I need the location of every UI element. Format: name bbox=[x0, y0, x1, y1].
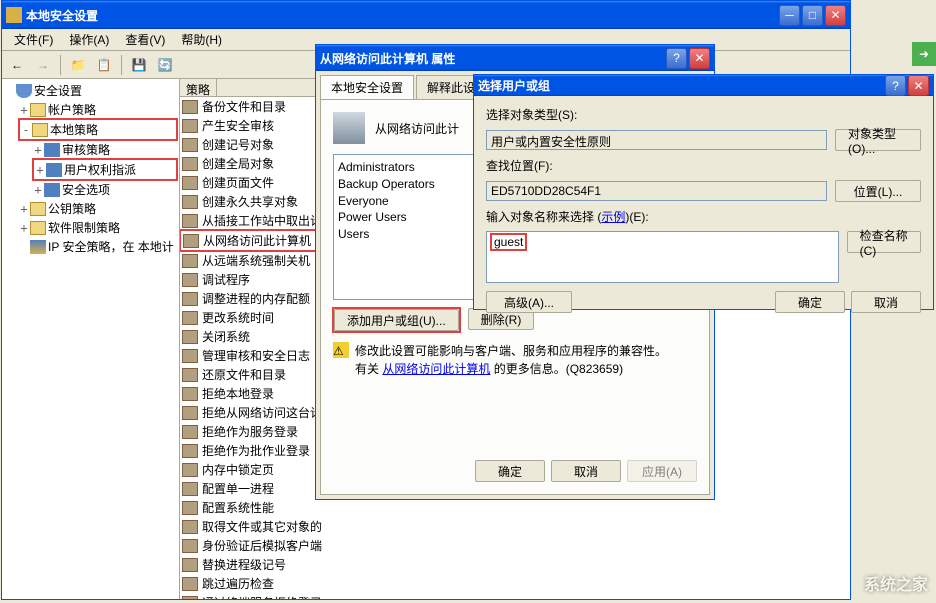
menu-view[interactable]: 查看(V) bbox=[117, 29, 173, 50]
prop-title: 从网络访问此计算机 属性 bbox=[320, 50, 666, 67]
menu-help[interactable]: 帮助(H) bbox=[173, 29, 230, 50]
select-titlebar[interactable]: 选择用户或组 ? ✕ bbox=[474, 75, 933, 96]
select-user-dialog: 选择用户或组 ? ✕ 选择对象类型(S): 用户或内置安全性原则 对象类型(O)… bbox=[473, 74, 934, 310]
object-type-label: 选择对象类型(S): bbox=[486, 106, 921, 123]
watermark: 系统之家 bbox=[864, 571, 928, 595]
tree-item[interactable]: +帐户策略 bbox=[4, 100, 177, 119]
select-help-button[interactable]: ? bbox=[885, 75, 906, 96]
list-item[interactable]: 替换进程级记号 bbox=[180, 555, 850, 574]
tree-item-user-rights[interactable]: +用户权利指派 bbox=[34, 160, 176, 179]
properties-button[interactable]: 📋 bbox=[93, 54, 115, 76]
select-cancel-button[interactable]: 取消 bbox=[851, 291, 921, 313]
warning: ⚠ 修改此设置可能影响与客户端、服务和应用程序的兼容性。 有关 从网络访问此计算… bbox=[333, 342, 697, 378]
tree-item-local-policy[interactable]: -本地策略 bbox=[20, 120, 176, 139]
location-field: ED5710DD28C54F1 bbox=[486, 181, 827, 201]
policy-name: 从网络访问此计 bbox=[375, 120, 459, 137]
check-names-button[interactable]: 检查名称(C) bbox=[847, 231, 921, 253]
list-item[interactable]: 通过终端服务拒绝登录 bbox=[180, 593, 850, 599]
tree-item[interactable]: +安全选项 bbox=[4, 180, 177, 199]
location-label: 查找位置(F): bbox=[486, 157, 921, 174]
tree-item[interactable]: +审核策略 bbox=[4, 140, 177, 159]
close-button[interactable]: ✕ bbox=[825, 5, 846, 26]
list-item[interactable]: 跳过遍历检查 bbox=[180, 574, 850, 593]
location-button[interactable]: 位置(L)... bbox=[835, 180, 921, 202]
tree-item[interactable]: +软件限制策略 bbox=[4, 218, 177, 237]
example-link[interactable]: 示例 bbox=[601, 210, 625, 224]
name-label: 输入对象名称来选择 (示例)(E): bbox=[486, 208, 921, 225]
select-close-button[interactable]: ✕ bbox=[908, 75, 929, 96]
tree-root[interactable]: 安全设置 bbox=[4, 81, 177, 100]
forward-icon[interactable]: ➜ bbox=[912, 42, 936, 66]
select-ok-button[interactable]: 确定 bbox=[775, 291, 845, 313]
list-item[interactable]: 配置系统性能 bbox=[180, 498, 850, 517]
tab-local-security[interactable]: 本地安全设置 bbox=[320, 75, 414, 99]
refresh-button[interactable]: 🔄 bbox=[154, 54, 176, 76]
export-button[interactable]: 💾 bbox=[128, 54, 150, 76]
kb-link[interactable]: 从网络访问此计算机 bbox=[382, 362, 490, 376]
prop-titlebar[interactable]: 从网络访问此计算机 属性 ? ✕ bbox=[316, 45, 714, 71]
tree-item[interactable]: +公钥策略 bbox=[4, 199, 177, 218]
main-titlebar[interactable]: 本地安全设置 ─ □ ✕ bbox=[2, 1, 850, 29]
advanced-button[interactable]: 高级(A)... bbox=[486, 291, 572, 313]
minimize-button[interactable]: ─ bbox=[779, 5, 800, 26]
warning-icon: ⚠ bbox=[333, 342, 349, 358]
back-button[interactable]: ← bbox=[6, 54, 28, 76]
help-button[interactable]: ? bbox=[666, 48, 687, 69]
list-item[interactable]: 取得文件或其它对象的 bbox=[180, 517, 850, 536]
maximize-button[interactable]: □ bbox=[802, 5, 823, 26]
prop-ok-button[interactable]: 确定 bbox=[475, 460, 545, 482]
list-item[interactable]: 身份验证后模拟客户端 bbox=[180, 536, 850, 555]
menu-action[interactable]: 操作(A) bbox=[61, 29, 117, 50]
forward-button[interactable]: → bbox=[32, 54, 54, 76]
prop-apply-button[interactable]: 应用(A) bbox=[627, 460, 697, 482]
select-title: 选择用户或组 bbox=[478, 77, 885, 94]
up-button[interactable]: 📁 bbox=[67, 54, 89, 76]
tree-item[interactable]: IP 安全策略，在 本地计 bbox=[4, 237, 177, 256]
prop-close-button[interactable]: ✕ bbox=[689, 48, 710, 69]
policy-icon bbox=[333, 112, 365, 144]
menu-file[interactable]: 文件(F) bbox=[6, 29, 61, 50]
object-name-input[interactable]: guest bbox=[486, 231, 839, 283]
add-user-button[interactable]: 添加用户或组(U)... bbox=[334, 309, 459, 331]
object-type-field: 用户或内置安全性原则 bbox=[486, 130, 827, 150]
tree-panel[interactable]: 安全设置 +帐户策略 -本地策略 +审核策略 +用户权利指派 +安全选项 +公钥… bbox=[2, 79, 180, 599]
prop-cancel-button[interactable]: 取消 bbox=[551, 460, 621, 482]
main-title: 本地安全设置 bbox=[26, 7, 779, 24]
app-icon bbox=[6, 7, 22, 23]
object-type-button[interactable]: 对象类型(O)... bbox=[835, 129, 921, 151]
